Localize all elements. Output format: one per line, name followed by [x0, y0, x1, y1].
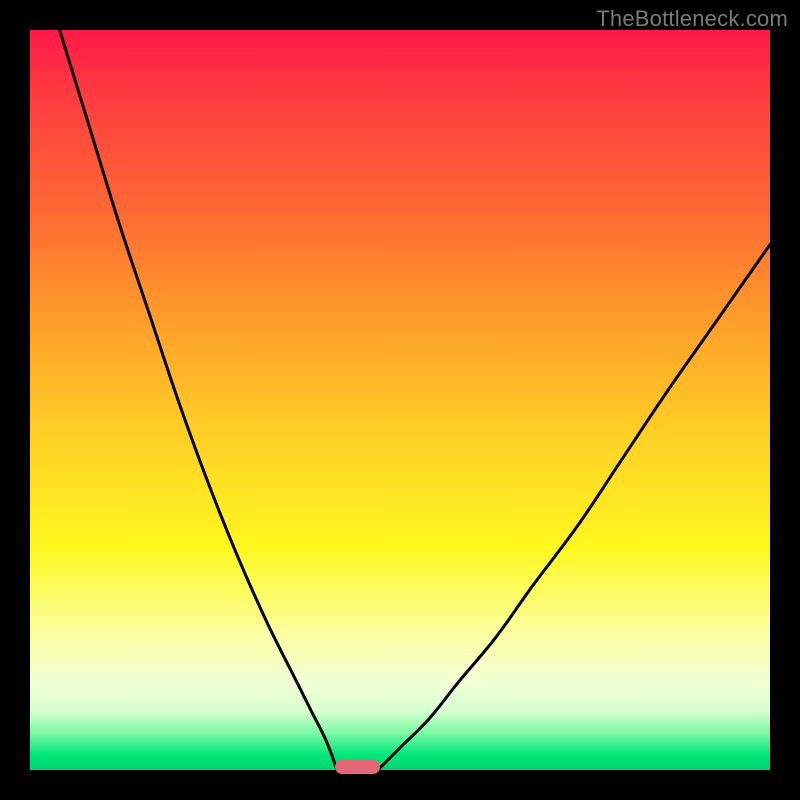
curve-right-branch — [378, 245, 770, 770]
curve-left-branch — [60, 30, 338, 770]
bottleneck-curve — [30, 30, 770, 770]
chart-frame: TheBottleneck.com — [0, 0, 800, 800]
watermark-text: TheBottleneck.com — [596, 6, 788, 32]
plot-area — [30, 30, 770, 770]
bottleneck-marker — [335, 760, 380, 774]
